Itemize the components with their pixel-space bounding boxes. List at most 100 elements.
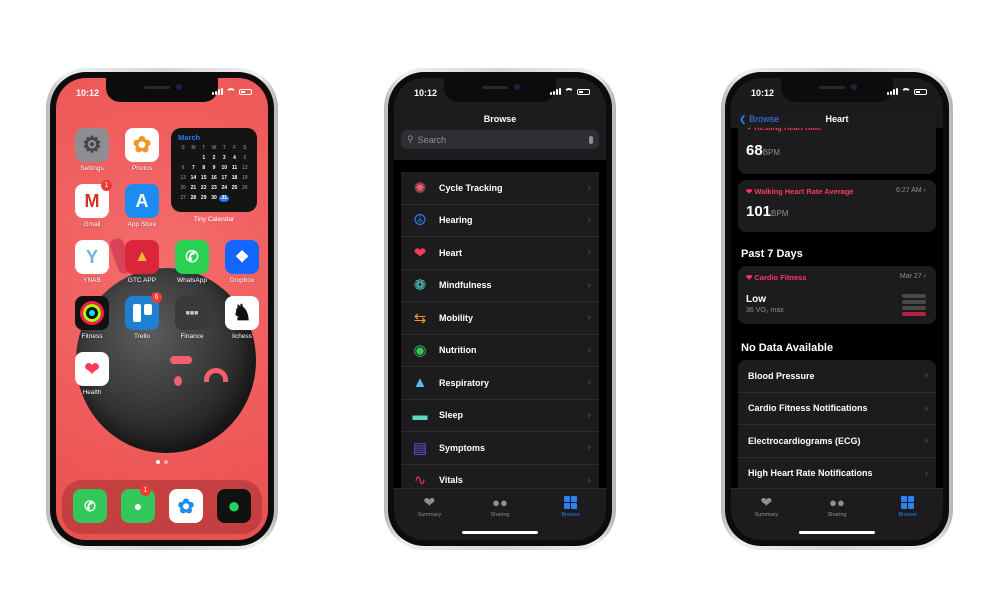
walking-heart-rate-card[interactable]: ❤ Walking Heart Rate Average 6:27 AM › 1…	[738, 180, 936, 232]
page-indicator[interactable]	[156, 460, 168, 464]
cardio-fitness-card[interactable]: ❤ Cardio Fitness Mar 27 › Low 36 VO₂ max	[738, 266, 936, 324]
fitness-icon	[75, 296, 109, 330]
app-dropbox[interactable]: ❖ Dropbox	[218, 240, 266, 290]
health-categories-list: ✺ Cycle Tracking › ☮ Hearing › ❤ Heart › ❁ Mindful…	[401, 172, 599, 497]
wifi-icon	[564, 88, 574, 95]
chevron-right-icon: ›	[587, 214, 591, 226]
category-label: Hearing	[439, 215, 473, 226]
app-label: Finance	[180, 333, 204, 340]
app-app-store[interactable]: A App Store	[118, 184, 166, 234]
page-dot	[164, 460, 168, 464]
tab-label: Sharing	[490, 512, 510, 518]
tab-summary[interactable]: ❤ Summary	[404, 494, 454, 540]
app-trello[interactable]: 6 Trello	[118, 292, 166, 346]
tiny-calendar-widget[interactable]: March S M T W T F S 1 2 3 4 5 6 7 8 9 10 11 12 13 14 15 16 17 18…	[171, 128, 257, 212]
app-label: Photos	[131, 165, 153, 172]
whatsapp-icon: ✆	[175, 240, 209, 274]
category-symptoms[interactable]: ▤ Symptoms ›	[401, 432, 599, 465]
app-fitness[interactable]: Fitness	[68, 296, 116, 346]
app-finance[interactable]: ■■■ Finance	[168, 296, 216, 346]
microphone-icon[interactable]	[589, 135, 593, 144]
no-data-item[interactable]: High Heart Rate Notifications ›	[738, 458, 936, 490]
finance-folder-icon: ■■■	[175, 296, 209, 330]
status-bar: 10:12	[394, 78, 606, 104]
chevron-right-icon: ›	[587, 409, 591, 421]
weekday-label: T	[222, 145, 226, 151]
calendar-day: 1	[202, 155, 206, 161]
tab-browse[interactable]: Browse	[546, 495, 596, 540]
category-hearing[interactable]: ☮ Hearing ›	[401, 205, 599, 237]
phone-browse-screen: 10:12 Browse ⚲ Search ✺ Cycle Tracking › ☮ H…	[384, 68, 616, 550]
app-health[interactable]: ❤ Health	[68, 352, 116, 402]
category-mobility[interactable]: ⇆ Mobility ›	[401, 302, 599, 335]
dock-app-spotify[interactable]: ●	[217, 489, 251, 525]
calendar-day: 15	[200, 175, 207, 181]
phone-icon: ✆	[73, 489, 107, 523]
home-screen: 10:12 ⚙ Settings ✿ Photos M 1 Gmail A App Store Y…	[56, 78, 268, 540]
category-label: Nutrition	[439, 345, 477, 356]
app-gmail[interactable]: M 1 Gmail	[68, 180, 116, 234]
search-placeholder: Search	[417, 134, 447, 145]
tab-label: Summary	[754, 512, 779, 518]
tab-summary[interactable]: ❤ Summary	[741, 494, 791, 540]
app-label: lichess	[232, 333, 252, 340]
notification-badge: 1	[101, 180, 112, 191]
phone-heart-screen: 10:12 Heart ❮ Browse ❤ Resting Heart Rat…	[721, 68, 953, 550]
grid-icon	[564, 495, 578, 509]
app-settings[interactable]: ⚙ Settings	[68, 128, 116, 178]
tab-label: Sharing	[827, 512, 847, 518]
category-sleep[interactable]: ▬ Sleep ›	[401, 400, 599, 432]
category-respiratory[interactable]: ▲ Respiratory ›	[401, 367, 599, 400]
app-gtc-app[interactable]: ▲ GTC APP	[118, 240, 166, 290]
cardio-detail: 36 VO₂ max	[746, 307, 784, 314]
item-label: High Heart Rate Notifications	[748, 468, 873, 479]
category-heart[interactable]: ❤ Heart ›	[401, 237, 599, 270]
category-cycle-tracking[interactable]: ✺ Cycle Tracking ›	[401, 172, 599, 205]
calendar-day: 28	[190, 195, 197, 201]
battery-icon	[239, 89, 252, 95]
lichess-icon: ♞	[225, 296, 259, 330]
category-label: Sleep	[439, 410, 464, 421]
app-label: Settings	[80, 165, 104, 172]
card-value: 68BPM	[746, 142, 781, 159]
tab-browse[interactable]: Browse	[883, 495, 933, 540]
no-data-item[interactable]: Cardio Fitness Notifications ›	[738, 393, 936, 425]
widget-label: Tiny Calendar	[193, 216, 235, 223]
home-indicator[interactable]	[462, 531, 538, 534]
search-input[interactable]: ⚲ Search	[401, 130, 599, 149]
app-whatsapp[interactable]: ✆ WhatsApp	[168, 240, 216, 290]
calendar-day: 3	[222, 155, 226, 161]
back-button[interactable]: ❮ Browse	[739, 114, 779, 125]
no-data-item[interactable]: Blood Pressure ›	[738, 360, 936, 393]
bed-icon: ▬	[412, 406, 428, 424]
item-label: Blood Pressure	[748, 370, 815, 381]
category-nutrition[interactable]: ◉ Nutrition ›	[401, 335, 599, 367]
dock-app-phone[interactable]: ✆	[73, 489, 107, 525]
no-data-item[interactable]: Electrocardiograms (ECG) ›	[738, 425, 936, 458]
battery-icon	[914, 89, 927, 95]
app-label: YNAB	[83, 277, 101, 284]
mobility-arrows-icon: ⇆	[413, 309, 427, 327]
app-store-icon: A	[125, 184, 159, 218]
category-mindfulness[interactable]: ❁ Mindfulness ›	[401, 270, 599, 302]
chevron-right-icon: ›	[587, 279, 591, 291]
calendar-day: 24	[221, 185, 228, 191]
dock-app-safari[interactable]: ✿	[169, 489, 203, 525]
app-ynab[interactable]: Y YNAB	[68, 240, 116, 290]
chevron-right-icon: ›	[587, 344, 591, 356]
calendar-day: 9	[212, 165, 216, 171]
weekday-label: S	[243, 145, 247, 151]
page-title: Browse	[483, 114, 517, 124]
cycle-tracking-icon: ✺	[413, 179, 427, 197]
status-time: 10:12	[751, 88, 775, 98]
weekday-label: M	[191, 145, 196, 151]
battery-icon	[577, 89, 590, 95]
home-indicator[interactable]	[799, 531, 875, 534]
wifi-icon	[226, 88, 236, 95]
app-lichess[interactable]: ♞ lichess	[218, 296, 266, 346]
search-icon: ⚲	[407, 134, 414, 144]
calendar-day: 19	[242, 175, 248, 181]
app-photos[interactable]: ✿ Photos	[118, 128, 166, 178]
dock-app-messages[interactable]: ● 1	[121, 485, 155, 525]
notification-badge: 6	[151, 292, 162, 303]
